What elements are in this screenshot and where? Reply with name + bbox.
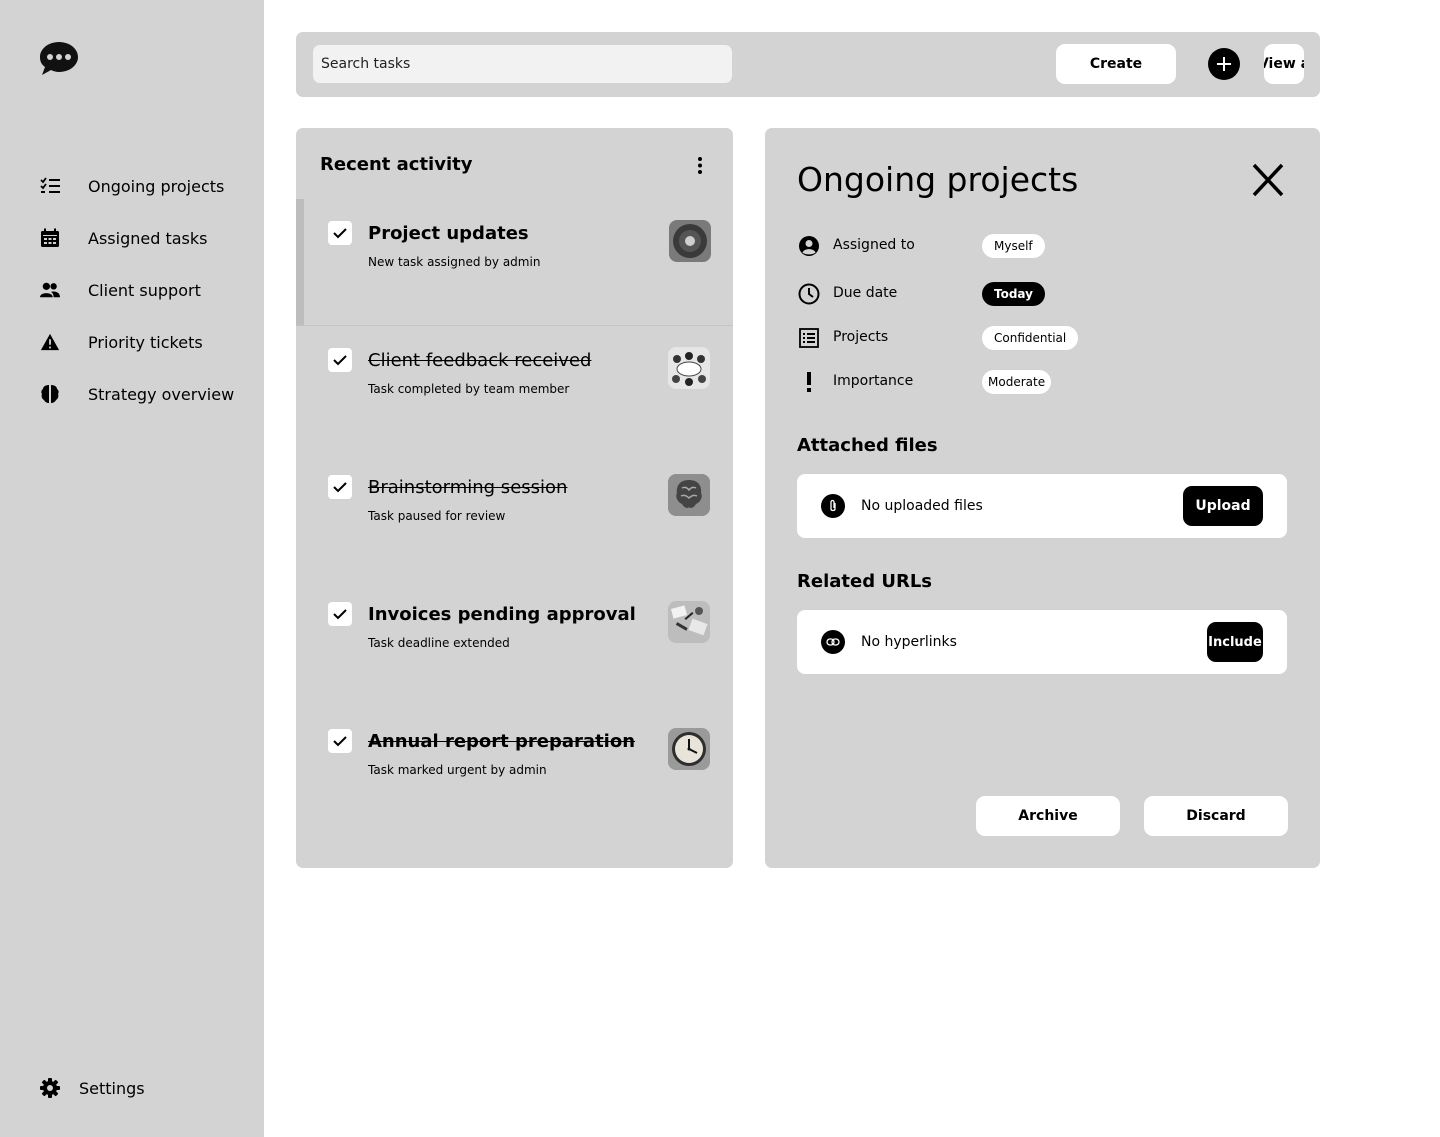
activity-checkbox[interactable] xyxy=(328,221,352,245)
property-importance: Importance Moderate xyxy=(797,370,1297,394)
archive-button[interactable]: Archive xyxy=(976,796,1120,836)
activity-item[interactable]: Project updates New task assigned by adm… xyxy=(296,199,733,326)
check-icon xyxy=(333,228,347,239)
activity-subtitle: Task paused for review xyxy=(368,509,506,523)
calendar-icon xyxy=(40,228,60,248)
property-label: Projects xyxy=(833,329,889,345)
due-date-chip[interactable]: Today xyxy=(982,282,1045,306)
activity-checkbox[interactable] xyxy=(328,475,352,499)
activity-subtitle: Task completed by team member xyxy=(368,382,570,396)
search-input[interactable] xyxy=(313,45,732,83)
activity-item[interactable]: Annual report preparation Task marked ur… xyxy=(296,707,733,834)
view-all-label: View a xyxy=(1264,56,1304,72)
people-icon xyxy=(40,280,60,300)
activity-title: Client feedback received xyxy=(368,350,592,371)
activity-thumbnail xyxy=(668,347,710,389)
panel-title: Recent activity xyxy=(320,154,473,175)
sidebar-item-label: Strategy overview xyxy=(88,384,235,404)
activity-checkbox[interactable] xyxy=(328,729,352,753)
plus-icon xyxy=(1217,57,1231,71)
brain-icon xyxy=(40,384,60,404)
activity-subtitle: Task deadline extended xyxy=(368,636,510,650)
sidebar-item-label: Ongoing projects xyxy=(88,176,225,196)
activity-thumbnail xyxy=(668,474,710,516)
more-options-icon[interactable] xyxy=(694,156,706,176)
page-title: Ongoing projects xyxy=(797,160,1079,199)
importance-chip[interactable]: Moderate xyxy=(982,370,1052,394)
assignee-chip[interactable]: Myself xyxy=(982,234,1045,258)
gear-icon xyxy=(40,1078,60,1098)
settings-label: Settings xyxy=(79,1078,145,1098)
sidebar-item-ongoing-projects[interactable]: Ongoing projects xyxy=(40,174,224,198)
recent-activity-panel: Recent activity Project updates New task… xyxy=(296,128,733,868)
activity-item[interactable]: Invoices pending approval Task deadline … xyxy=(296,580,733,707)
sidebar: Ongoing projects Assigned tasks Client s… xyxy=(0,0,264,1137)
sidebar-item-label: Assigned tasks xyxy=(88,228,208,248)
link-icon xyxy=(821,630,845,654)
property-label: Assigned to xyxy=(833,237,915,253)
activity-item[interactable]: Brainstorming session Task paused for re… xyxy=(296,453,733,580)
activity-title: Invoices pending approval xyxy=(368,604,636,625)
check-icon xyxy=(333,355,347,366)
checklist-icon xyxy=(40,176,60,196)
attached-files-box: No uploaded files Upload xyxy=(797,474,1287,538)
view-all-button[interactable]: View a xyxy=(1264,44,1304,84)
chat-bubble-icon[interactable] xyxy=(38,40,80,78)
paperclip-icon xyxy=(821,494,845,518)
property-label: Importance xyxy=(833,373,914,389)
sidebar-item-label: Client support xyxy=(88,280,201,300)
no-links-text: No hyperlinks xyxy=(861,634,957,650)
activity-item[interactable]: Client feedback received Task completed … xyxy=(296,326,733,453)
add-button[interactable] xyxy=(1208,48,1240,80)
warning-icon xyxy=(40,332,60,352)
sidebar-item-label: Priority tickets xyxy=(88,332,203,352)
close-icon[interactable] xyxy=(1251,162,1285,198)
sidebar-item-client-support[interactable]: Client support xyxy=(40,278,201,302)
discard-button[interactable]: Discard xyxy=(1144,796,1288,836)
check-icon xyxy=(333,609,347,620)
related-urls-box: No hyperlinks Include xyxy=(797,610,1287,674)
list-icon xyxy=(797,326,821,350)
activity-thumbnail xyxy=(668,728,710,770)
activity-thumbnail xyxy=(669,220,711,262)
property-label: Due date xyxy=(833,285,898,301)
settings-item[interactable]: Settings xyxy=(40,1076,145,1100)
exclamation-icon xyxy=(797,370,821,394)
project-details-panel: Ongoing projects Assigned to Myself Due … xyxy=(765,128,1320,868)
activity-title: Annual report preparation xyxy=(368,731,636,752)
upload-button[interactable]: Upload xyxy=(1183,486,1263,526)
sidebar-item-strategy-overview[interactable]: Strategy overview xyxy=(40,382,234,406)
activity-title: Brainstorming session xyxy=(368,477,568,498)
related-urls-heading: Related URLs xyxy=(797,571,933,592)
top-toolbar: Create View a xyxy=(296,32,1320,97)
clock-icon xyxy=(797,282,821,306)
property-projects: Projects Confidential xyxy=(797,326,1297,350)
property-due-date: Due date Today xyxy=(797,282,1297,306)
activity-checkbox[interactable] xyxy=(328,602,352,626)
attached-files-heading: Attached files xyxy=(797,435,938,456)
activity-subtitle: New task assigned by admin xyxy=(368,255,541,269)
sidebar-item-assigned-tasks[interactable]: Assigned tasks xyxy=(40,226,207,250)
project-chip[interactable]: Confidential xyxy=(982,326,1079,350)
sidebar-item-priority-tickets[interactable]: Priority tickets xyxy=(40,330,203,354)
check-icon xyxy=(333,736,347,747)
create-button[interactable]: Create xyxy=(1056,44,1176,84)
activity-checkbox[interactable] xyxy=(328,348,352,372)
property-assigned-to: Assigned to Myself xyxy=(797,234,1297,258)
activity-subtitle: Task marked urgent by admin xyxy=(368,763,547,777)
user-circle-icon xyxy=(797,234,821,258)
activity-title: Project updates xyxy=(368,223,529,244)
check-icon xyxy=(333,482,347,493)
include-button[interactable]: Include xyxy=(1207,622,1263,662)
activity-thumbnail xyxy=(668,601,710,643)
no-files-text: No uploaded files xyxy=(861,498,983,514)
